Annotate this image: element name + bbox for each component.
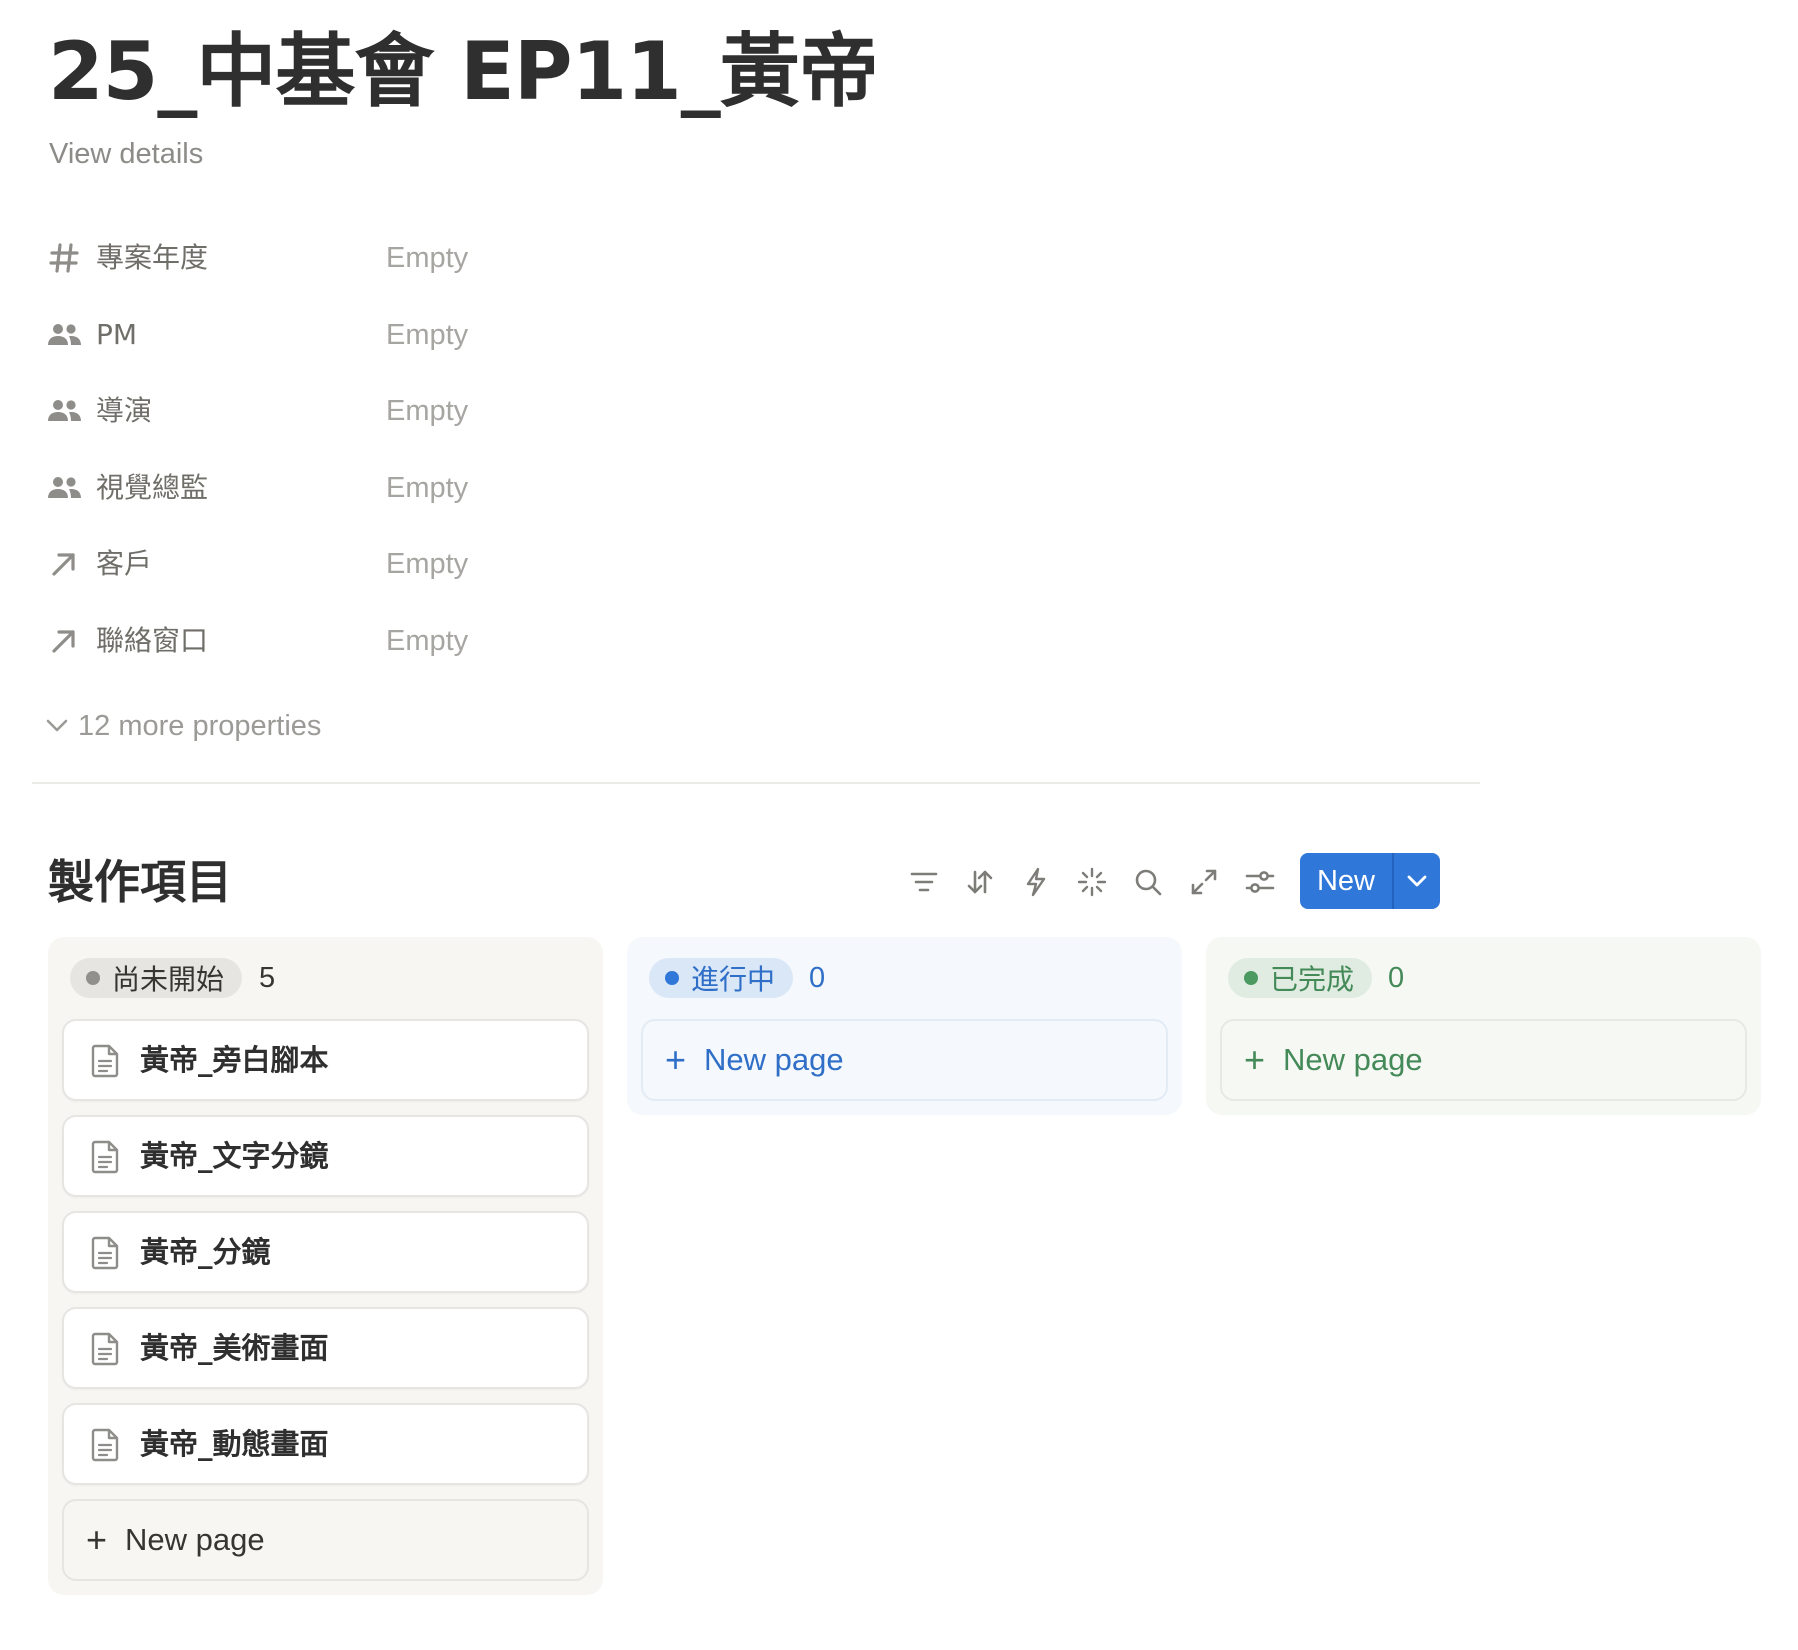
search-icon — [1135, 869, 1162, 896]
property-label: 導演 — [96, 394, 153, 427]
automation-bolt-icon — [1026, 867, 1046, 897]
search-button[interactable] — [1120, 858, 1176, 906]
ai-sparkle-icon — [1077, 867, 1107, 897]
more-properties-toggle[interactable]: 12 more properties — [46, 706, 321, 746]
automation-button[interactable] — [1008, 858, 1064, 906]
card-title: 黃帝_美術畫面 — [140, 1331, 329, 1365]
page-icon — [91, 1428, 119, 1462]
new-button[interactable]: New — [1300, 853, 1440, 909]
filter-button[interactable] — [896, 858, 952, 906]
page-icon — [91, 1044, 119, 1078]
status-pill[interactable]: 尚未開始 — [70, 958, 243, 998]
property-row-pm[interactable]: PM Empty — [46, 309, 746, 386]
board-column-in-progress: 進行中 0 + New page — [627, 937, 1182, 1115]
column-header: 進行中 0 — [627, 937, 1182, 1019]
plus-icon: + — [1244, 1039, 1266, 1080]
status-dot — [665, 971, 679, 985]
status-dot — [1244, 971, 1258, 985]
sort-icon — [967, 870, 993, 894]
property-label: 聯絡窗口 — [96, 623, 209, 657]
settings-sliders-icon — [1245, 871, 1275, 893]
database-title[interactable]: 製作項目 — [48, 852, 232, 912]
expand-button[interactable] — [1176, 858, 1232, 906]
hash-icon — [46, 240, 82, 276]
new-button-label[interactable]: New — [1300, 853, 1394, 909]
property-value[interactable]: Empty — [386, 389, 468, 433]
card-title: 黃帝_旁白腳本 — [140, 1043, 329, 1077]
card-title: 黃帝_分鏡 — [140, 1235, 271, 1269]
people-icon — [46, 317, 82, 353]
property-row-contact[interactable]: 聯絡窗口 Empty — [46, 615, 746, 692]
filter-icon — [910, 872, 938, 892]
board-card[interactable]: 黃帝_文字分鏡 — [62, 1115, 589, 1197]
new-button-dropdown[interactable] — [1394, 853, 1440, 909]
view-details-link[interactable]: View details — [49, 136, 203, 172]
new-page-label: New page — [704, 1042, 844, 1077]
ai-button[interactable] — [1064, 858, 1120, 906]
property-value[interactable]: Empty — [386, 236, 468, 280]
property-row-client[interactable]: 客戶 Empty — [46, 538, 746, 615]
relation-arrow-icon — [46, 546, 82, 582]
board-card[interactable]: 黃帝_旁白腳本 — [62, 1019, 589, 1101]
expand-icon — [1191, 869, 1217, 895]
property-value[interactable]: Empty — [386, 313, 468, 357]
people-icon — [46, 470, 82, 506]
property-row-project-year[interactable]: 專案年度 Empty — [46, 232, 746, 309]
board-column-done: 已完成 0 + New page — [1206, 937, 1761, 1115]
status-dot — [86, 971, 100, 985]
column-header: 已完成 0 — [1206, 937, 1761, 1019]
people-icon — [46, 393, 82, 429]
page-icon — [91, 1332, 119, 1366]
sort-button[interactable] — [952, 858, 1008, 906]
board-card[interactable]: 黃帝_美術畫面 — [62, 1307, 589, 1389]
new-page-button[interactable]: + New page — [62, 1499, 589, 1581]
page-title[interactable]: 25_中基會 EP11_黃帝 — [48, 22, 879, 122]
new-page-button[interactable]: + New page — [1220, 1019, 1747, 1101]
status-label: 進行中 — [691, 963, 776, 996]
status-pill[interactable]: 進行中 — [649, 958, 794, 998]
card-title: 黃帝_動態畫面 — [140, 1427, 329, 1461]
column-count: 0 — [1388, 962, 1405, 994]
property-row-director[interactable]: 導演 Empty — [46, 385, 746, 462]
property-value[interactable]: Empty — [386, 466, 468, 510]
chevron-down-icon — [1407, 875, 1427, 887]
property-label: PM — [96, 317, 138, 351]
board-card[interactable]: 黃帝_動態畫面 — [62, 1403, 589, 1485]
column-count: 5 — [259, 962, 276, 994]
database-toolbar — [896, 858, 1288, 906]
new-page-label: New page — [125, 1522, 265, 1557]
column-count: 0 — [809, 962, 826, 994]
card-title: 黃帝_文字分鏡 — [140, 1139, 329, 1173]
new-page-button[interactable]: + New page — [641, 1019, 1168, 1101]
board-card[interactable]: 黃帝_分鏡 — [62, 1211, 589, 1293]
page-icon — [91, 1140, 119, 1174]
plus-icon: + — [665, 1039, 687, 1080]
property-value[interactable]: Empty — [386, 542, 468, 586]
settings-button[interactable] — [1232, 858, 1288, 906]
plus-icon: + — [86, 1519, 108, 1560]
divider — [32, 782, 1480, 784]
more-properties-label: 12 more properties — [78, 709, 322, 742]
status-label: 尚未開始 — [112, 963, 225, 996]
new-page-label: New page — [1283, 1042, 1423, 1077]
property-label: 視覺總監 — [96, 470, 209, 504]
relation-arrow-icon — [46, 623, 82, 659]
property-row-visual-director[interactable]: 視覺總監 Empty — [46, 462, 746, 539]
page-icon — [91, 1236, 119, 1270]
property-label: 客戶 — [96, 547, 153, 580]
property-label: 專案年度 — [96, 241, 209, 274]
property-value[interactable]: Empty — [386, 619, 468, 663]
properties-list: 專案年度 Empty PM Empty 導演 Empty 視覺總監 Empty … — [46, 232, 746, 691]
board-column-not-started: 尚未開始 5 黃帝_旁白腳本 黃帝_文字分鏡 黃帝_分鏡 黃帝_美術畫面 黃帝_… — [48, 937, 603, 1595]
status-label: 已完成 — [1270, 963, 1355, 996]
chevron-down-icon — [46, 719, 68, 732]
column-header: 尚未開始 5 — [48, 937, 603, 1019]
status-pill[interactable]: 已完成 — [1228, 958, 1373, 998]
